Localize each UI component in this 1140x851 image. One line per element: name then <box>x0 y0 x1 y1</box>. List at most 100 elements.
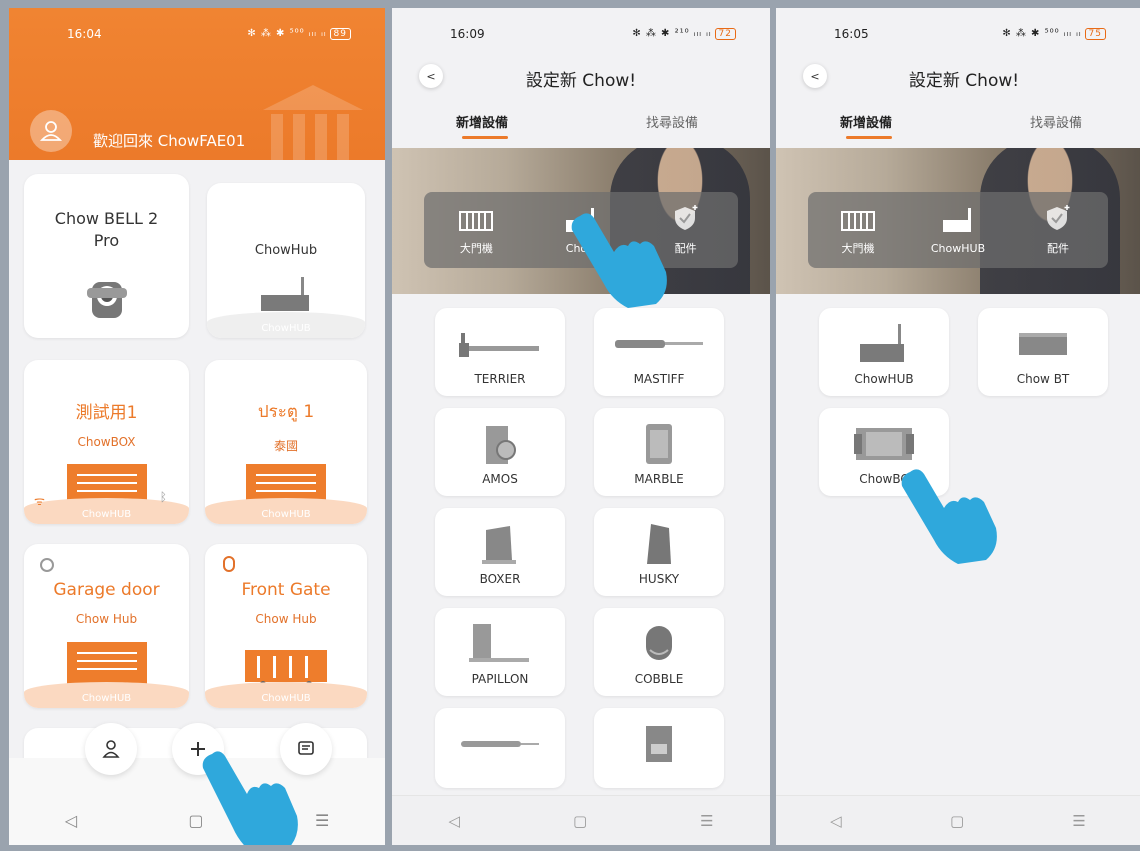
status-icons: ✻ ⁂ ✱ ⁵⁰⁰ ᵢₗₗ ᵢₗ 89 <box>247 28 351 40</box>
gate-icon <box>459 211 494 231</box>
back-nav-icon[interactable]: ◁ <box>65 811 77 830</box>
device-option-boxer[interactable]: BOXER <box>435 508 565 596</box>
category-chowhub[interactable]: ChowHUB <box>913 206 1003 255</box>
tab-bar: 新增設備 找尋設備 <box>392 112 770 146</box>
gate-icon <box>841 211 875 231</box>
user-icon <box>102 740 120 758</box>
avatar[interactable] <box>30 110 72 152</box>
device-option-cobble[interactable]: COBBLE <box>594 608 724 696</box>
shield-icon <box>674 205 698 230</box>
category-accessories[interactable]: 配件 <box>641 204 731 256</box>
hub-device-icon <box>261 277 309 311</box>
profile-nav-button[interactable] <box>85 723 137 775</box>
device-subtitle: Chow Hub <box>75 612 138 626</box>
tab-find-device[interactable]: 找尋設備 <box>1030 112 1082 131</box>
device-title: Chow BELL 2 Pro <box>54 209 159 250</box>
tab-active-indicator <box>846 136 892 139</box>
linear-arm-icon <box>461 741 539 747</box>
hub-device-icon <box>860 324 904 362</box>
status-bar: 16:05 ✻ ⁂ ✱ ⁵⁰⁰ ᵢₗₗ ᵢₗ 75 <box>776 8 1140 60</box>
hub-footer: ChowHUB <box>205 682 367 708</box>
battery-icon: 75 <box>1084 28 1106 40</box>
dome-motor-icon <box>646 626 672 660</box>
home-nav-icon[interactable]: ▢ <box>573 812 587 830</box>
linear-arm-icon <box>615 340 703 348</box>
menu-nav-icon[interactable]: ☰ <box>315 811 329 830</box>
back-nav-icon[interactable]: ◁ <box>830 812 842 830</box>
device-option-chowbox[interactable]: ChowBC <box>819 408 949 496</box>
tower-motor-icon <box>647 524 671 564</box>
category-gate-opener[interactable]: 大門機 <box>813 204 903 256</box>
device-option-mastiff[interactable]: MASTIFF <box>594 308 724 396</box>
battery-icon: 89 <box>329 28 351 40</box>
top-bar: < 設定新 Chow! <box>776 60 1140 100</box>
device-card-front-gate[interactable]: Front Gate Chow Hub ChowHUB <box>205 544 367 708</box>
tab-add-device[interactable]: 新增設備 <box>840 112 892 131</box>
top-bar: < 設定新 Chow! <box>392 60 770 100</box>
category-bar: 大門機 ChowHUB 配件 <box>808 192 1108 268</box>
status-icons: ✻ ⁂ ✱ ⁵⁰⁰ ᵢₗₗ ᵢₗ 75 <box>1002 28 1106 40</box>
system-nav-bar: ◁ ▢ ☰ <box>776 795 1140 845</box>
device-card-garage-door[interactable]: Garage door Chow Hub ChowHUB <box>24 544 189 708</box>
doorbell-icon <box>87 282 127 318</box>
device-card-test1[interactable]: 測試用1 ChowBOX ChowHUB ᯤ ᛒ <box>24 360 189 524</box>
home-nav-icon[interactable]: ▢ <box>188 811 203 830</box>
category-gate-opener[interactable]: 大門機 <box>431 204 521 256</box>
message-icon <box>298 741 314 755</box>
battery-icon: 72 <box>714 28 736 40</box>
status-time: 16:04 <box>67 27 102 41</box>
device-card-chowhub[interactable]: ChowHub ChowHUB <box>207 183 365 338</box>
tab-bar: 新增設備 找尋設備 <box>776 112 1140 146</box>
bt-module-icon <box>1019 333 1067 355</box>
add-device-button[interactable] <box>172 723 224 775</box>
device-title: ChowHub <box>254 243 318 258</box>
device-option-papillon[interactable]: PAPILLON <box>435 608 565 696</box>
device-card-bell[interactable]: Chow BELL 2 Pro <box>24 174 189 338</box>
status-time: 16:05 <box>834 27 869 41</box>
tab-active-indicator <box>462 136 508 139</box>
back-nav-icon[interactable]: ◁ <box>448 812 460 830</box>
hub-footer: ChowHUB <box>24 682 189 708</box>
device-title: ประตู 1 <box>257 402 315 422</box>
device-option-marble[interactable]: MARBLE <box>594 408 724 496</box>
device-subtitle: ChowBOX <box>77 435 136 449</box>
device-option-partial[interactable] <box>594 708 724 788</box>
device-option-amos[interactable]: AMOS <box>435 408 565 496</box>
wifi-icon: ᯤ <box>34 494 45 508</box>
bluetooth-icon: ᛒ <box>159 490 167 504</box>
category-banner: 大門機 ChowHUB 配件 <box>776 148 1140 294</box>
barrier-motor-icon <box>469 624 529 662</box>
building-logo-icon <box>263 85 363 160</box>
add-icon <box>191 742 205 756</box>
home-nav-icon[interactable]: ▢ <box>950 812 964 830</box>
device-option-terrier[interactable]: TERRIER <box>435 308 565 396</box>
device-option-chow-bt[interactable]: Chow BT <box>978 308 1108 396</box>
status-icons: ✻ ⁂ ✱ ²¹⁰ ᵢₗₗ ᵢₗ 72 <box>632 28 736 40</box>
device-option-husky[interactable]: HUSKY <box>594 508 724 596</box>
category-bar: 大門機 Chow 配件 <box>424 192 738 268</box>
device-card-thai-door[interactable]: ประตู 1 泰國 ChowHUB <box>205 360 367 524</box>
hub-footer: ChowHUB <box>207 312 365 338</box>
gear-motor-icon <box>486 426 516 464</box>
box-motor-icon <box>646 424 672 464</box>
device-title: Front Gate <box>241 580 331 600</box>
slide-motor-icon <box>482 526 516 564</box>
tab-add-device[interactable]: 新增設備 <box>456 112 508 131</box>
device-option-partial[interactable] <box>435 708 565 788</box>
menu-nav-icon[interactable]: ☰ <box>1072 812 1085 830</box>
messages-nav-button[interactable] <box>280 723 332 775</box>
chowbox-device-icon <box>854 428 914 460</box>
device-option-chowhub[interactable]: ChowHUB <box>819 308 949 396</box>
status-bar: 16:09 ✻ ⁂ ✱ ²¹⁰ ᵢₗₗ ᵢₗ 72 <box>392 8 770 60</box>
tab-find-device[interactable]: 找尋設備 <box>646 112 698 131</box>
status-time: 16:09 <box>450 27 485 41</box>
category-chowhub[interactable]: Chow <box>536 206 626 255</box>
page-title: 設定新 Chow! <box>525 71 637 91</box>
category-accessories[interactable]: 配件 <box>1013 204 1103 256</box>
menu-nav-icon[interactable]: ☰ <box>700 812 713 830</box>
status-bar: 16:04 ✻ ⁂ ✱ ⁵⁰⁰ ᵢₗₗ ᵢₗ 89 <box>9 8 385 60</box>
control-box-icon <box>646 726 672 762</box>
system-nav-bar: ◁ ▢ ☰ <box>9 795 385 845</box>
sensor-icon <box>40 558 54 572</box>
device-subtitle: 泰國 <box>273 439 298 453</box>
